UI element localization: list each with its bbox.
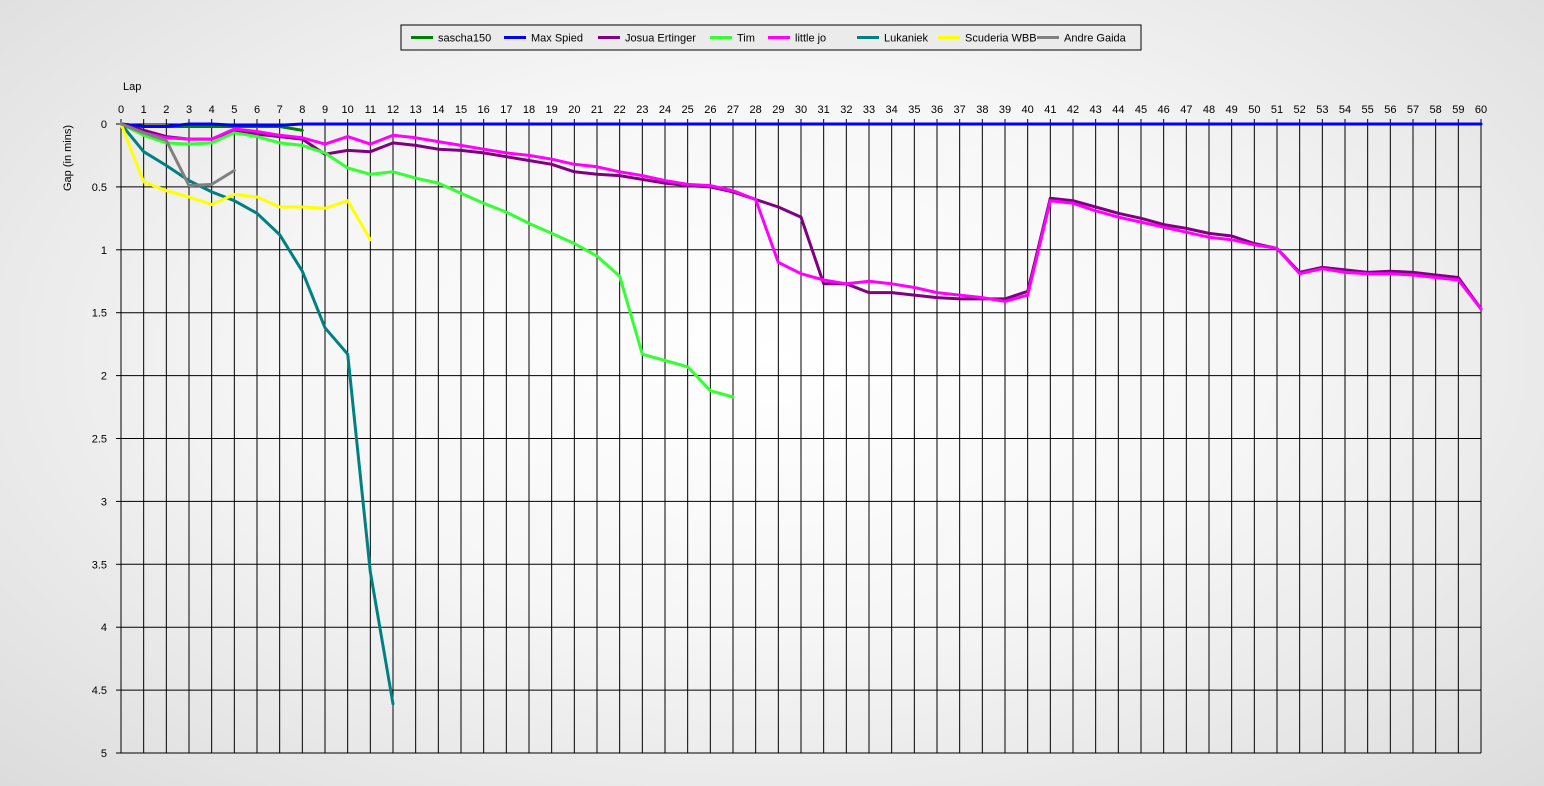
x-tick-label: 14	[432, 104, 444, 116]
x-tick-label: 52	[1294, 104, 1306, 116]
x-tick-label: 2	[163, 104, 169, 116]
x-tick-label: 31	[818, 104, 830, 116]
x-tick-label: 57	[1407, 104, 1419, 116]
legend-label: Max Spied	[531, 33, 583, 45]
x-tick-label: 37	[954, 104, 966, 116]
x-tick-label: 60	[1475, 104, 1487, 116]
x-tick-label: 43	[1090, 104, 1102, 116]
x-tick-label: 9	[322, 104, 328, 116]
x-axis-ticks: 0 1 2 3 4 5 6 7 8 9 10 11 12 13 14 15 16 17 18 19 20 21 22 23 24…	[118, 104, 1487, 124]
x-tick-label: 32	[840, 104, 852, 116]
x-tick-label: 24	[659, 104, 671, 116]
y-tick-label: 3.5	[92, 559, 107, 571]
x-tick-label: 59	[1452, 104, 1464, 116]
x-tick-label: 21	[591, 104, 603, 116]
x-tick-label: 7	[277, 104, 283, 116]
x-tick-label: 11	[365, 104, 376, 116]
x-tick-label: 58	[1430, 104, 1442, 116]
x-tick-label: 20	[568, 104, 580, 116]
x-tick-label: 8	[299, 104, 305, 116]
y-tick-label: 4	[101, 622, 107, 634]
x-tick-label: 34	[886, 104, 898, 116]
x-tick-label: 0	[118, 104, 124, 116]
x-tick-label: 49	[1226, 104, 1238, 116]
x-tick-label: 1	[141, 104, 147, 116]
x-tick-label: 15	[455, 104, 467, 116]
y-tick-label: 2	[101, 371, 107, 383]
x-tick-label: 19	[546, 104, 558, 116]
x-tick-label: 16	[478, 104, 490, 116]
y-tick-label: 2.5	[92, 434, 107, 446]
x-tick-label: 44	[1112, 104, 1124, 116]
y-tick-label: 4.5	[92, 685, 107, 697]
x-tick-label: 27	[727, 104, 739, 116]
x-tick-label: 4	[209, 104, 215, 116]
x-tick-label: 51	[1271, 104, 1283, 116]
x-tick-label: 55	[1362, 104, 1374, 116]
x-tick-label: 33	[863, 104, 875, 116]
x-tick-label: 5	[231, 104, 237, 116]
x-tick-label: 41	[1044, 104, 1056, 116]
x-tick-label: 54	[1339, 104, 1351, 116]
y-tick-label: 0.5	[92, 182, 107, 194]
legend-label: Josua Ertinger	[625, 33, 696, 45]
y-tick-label: 3	[101, 496, 107, 508]
x-tick-label: 22	[614, 104, 626, 116]
x-tick-label: 40	[1022, 104, 1034, 116]
y-tick-label: 1.5	[92, 308, 107, 320]
legend-label: Lukaniek	[884, 33, 929, 45]
x-tick-label: 39	[999, 104, 1011, 116]
y-tick-label: 5	[101, 748, 107, 760]
x-tick-label: 28	[750, 104, 762, 116]
legend-label: Andre Gaida	[1064, 33, 1127, 45]
race-gap-chart: sascha150 Max Spied Josua Ertinger Tim littl…	[62, 24, 1487, 760]
legend-label: sascha150	[438, 33, 491, 45]
legend-label: Scuderia WBB	[965, 33, 1037, 45]
x-tick-label: 48	[1203, 104, 1215, 116]
y-axis-ticks: 0 0.5 1 1.5 2 2.5 3 3.5 4 4.5 5	[92, 119, 121, 760]
x-tick-label: 18	[523, 104, 535, 116]
x-tick-label: 36	[931, 104, 943, 116]
x-tick-label: 46	[1158, 104, 1170, 116]
x-tick-label: 3	[186, 104, 192, 116]
x-tick-label: 25	[682, 104, 694, 116]
x-tick-label: 56	[1384, 104, 1396, 116]
x-tick-label: 50	[1248, 104, 1260, 116]
y-tick-label: 0	[101, 119, 107, 131]
x-tick-label: 42	[1067, 104, 1079, 116]
x-tick-label: 12	[387, 104, 399, 116]
y-tick-label: 1	[101, 245, 107, 257]
x-tick-label: 38	[976, 104, 988, 116]
legend-label: little jo	[795, 33, 826, 45]
series-line-tim	[119, 122, 735, 399]
x-tick-label: 53	[1316, 104, 1328, 116]
x-tick-label: 45	[1135, 104, 1147, 116]
x-tick-label: 30	[795, 104, 807, 116]
x-tick-label: 13	[410, 104, 422, 116]
x-tick-label: 10	[342, 104, 354, 116]
x-tick-label: 23	[636, 104, 648, 116]
x-tick-label: 29	[772, 104, 784, 116]
legend: sascha150 Max Spied Josua Ertinger Tim littl…	[400, 24, 1142, 51]
x-tick-label: 17	[500, 104, 512, 116]
x-tick-label: 47	[1180, 104, 1192, 116]
y-axis-title: Gap (in mins)	[62, 125, 74, 191]
x-tick-label: 6	[254, 104, 260, 116]
legend-label: Tim	[737, 33, 755, 45]
x-tick-label: 35	[908, 104, 920, 116]
x-axis-title: Lap	[123, 81, 141, 93]
x-tick-label: 26	[704, 104, 716, 116]
